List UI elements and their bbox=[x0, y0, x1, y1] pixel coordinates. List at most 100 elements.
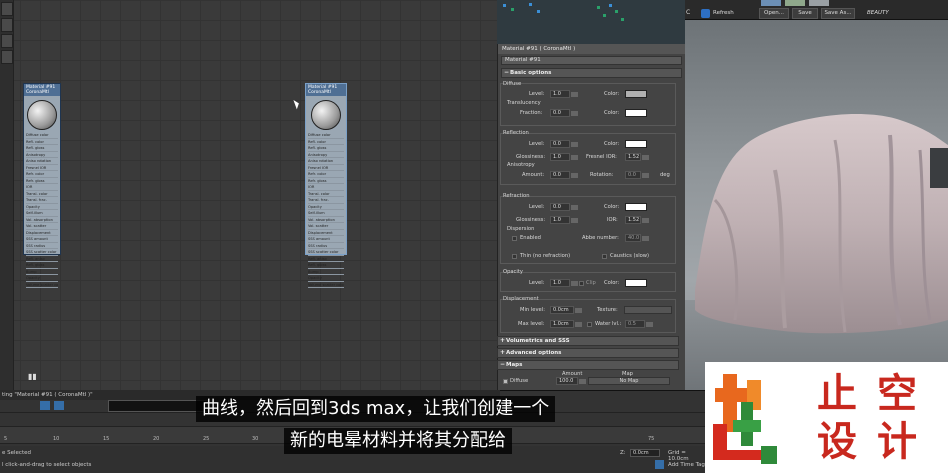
anisotropy-amount-spinner[interactable]: 0.0 bbox=[550, 171, 578, 179]
refresh-button[interactable]: Refresh bbox=[713, 10, 734, 16]
diffuse-color-swatch[interactable] bbox=[625, 90, 647, 98]
key-icon[interactable] bbox=[40, 401, 50, 410]
translucency-color-swatch[interactable] bbox=[625, 109, 647, 117]
reflection-color-swatch[interactable] bbox=[625, 140, 647, 148]
dispersion-enabled-checkbox[interactable] bbox=[512, 236, 517, 241]
translucency-section-label: Translucency bbox=[507, 100, 541, 106]
fresnel-ior-spinner[interactable]: 1.52 bbox=[625, 153, 649, 161]
material-node-right[interactable]: Material #91 CoronaMtl Diffuse color Refl… bbox=[305, 83, 347, 288]
refresh-icon[interactable] bbox=[701, 9, 710, 18]
brand-logo: 止 空 设 计 bbox=[705, 362, 948, 473]
render-tab-swatch[interactable] bbox=[809, 0, 829, 6]
render-tab-swatch[interactable] bbox=[761, 0, 781, 6]
time-tag-icon[interactable] bbox=[655, 460, 664, 469]
water-level-checkbox[interactable] bbox=[587, 322, 592, 327]
caustics-label: Caustics (slow) bbox=[610, 253, 650, 259]
material-name-field[interactable]: Material #91 bbox=[501, 56, 682, 65]
thin-checkbox[interactable] bbox=[512, 254, 517, 259]
render-channel-label[interactable]: BEAUTY bbox=[867, 10, 889, 16]
translucency-fraction-spinner[interactable]: 0.0 bbox=[550, 109, 578, 117]
fresnel-ior-label: Fresnel IOR: bbox=[586, 154, 617, 160]
refraction-ior-spinner[interactable]: 1.52 bbox=[625, 216, 649, 224]
displacement-texture-label: Texture: bbox=[597, 307, 618, 313]
material-panel-title: Material #91 ( CoronaMtl ) bbox=[498, 44, 685, 54]
channel-c-label: C bbox=[686, 9, 691, 16]
timeline-tick: 15 bbox=[103, 436, 110, 442]
logo-char: 空 bbox=[877, 370, 917, 417]
opacity-level-label: Level: bbox=[529, 280, 545, 286]
displacement-max-spinner[interactable]: 1.0cm bbox=[550, 320, 582, 328]
abbe-number-spinner[interactable]: 40.0 bbox=[625, 234, 649, 242]
navigation-icon[interactable]: ▮▮ bbox=[28, 372, 38, 382]
reflection-level-spinner[interactable]: 0.0 bbox=[550, 140, 578, 148]
preview-dot bbox=[603, 14, 606, 17]
node-header[interactable]: Material #91 CoronaMtl bbox=[306, 84, 346, 96]
save-button[interactable]: Save bbox=[792, 8, 818, 19]
anisotropy-rotation-spinner[interactable]: 0.0 bbox=[625, 171, 649, 179]
strip-button[interactable] bbox=[1, 2, 13, 16]
refraction-level-spinner[interactable]: 0.0 bbox=[550, 203, 578, 211]
rollout-plus-icon: + bbox=[500, 337, 506, 344]
material-node-left[interactable]: Material #91 CoronaMtl Diffuse color Refl… bbox=[23, 83, 61, 288]
maps-diffuse-checkbox[interactable] bbox=[503, 379, 508, 384]
refraction-gloss-label: Glossiness: bbox=[516, 217, 546, 223]
reflection-level-label: Level: bbox=[529, 141, 545, 147]
strip-button[interactable] bbox=[1, 18, 13, 32]
node-input-slot[interactable]: Volume scatter color bbox=[308, 282, 344, 288]
rollout-volumetrics[interactable]: + Volumetrics and SSS bbox=[497, 336, 679, 346]
strip-button[interactable] bbox=[1, 34, 13, 48]
time-slider-thumb[interactable] bbox=[108, 400, 208, 412]
material-preview-strip bbox=[497, 0, 685, 44]
timeline-tick: 30 bbox=[252, 436, 259, 442]
anisotropy-section-label: Anisotropy bbox=[507, 162, 535, 168]
displacement-min-spinner[interactable]: 0.0cm bbox=[550, 306, 582, 314]
save-as-button[interactable]: Save As... bbox=[821, 8, 855, 19]
preview-dot bbox=[537, 10, 540, 13]
dispersion-section-label: Dispersion bbox=[507, 226, 535, 232]
anisotropy-rotation-label: Rotation: bbox=[590, 172, 614, 178]
timeline-tick: 20 bbox=[153, 436, 160, 442]
reflection-gloss-label: Glossiness: bbox=[516, 154, 546, 160]
thin-label: Thin (no refraction) bbox=[520, 253, 571, 259]
opacity-clip-checkbox[interactable] bbox=[579, 281, 584, 286]
caustics-checkbox[interactable] bbox=[602, 254, 607, 259]
key-icon[interactable] bbox=[54, 401, 64, 410]
opacity-clip-label: Clip bbox=[586, 280, 596, 286]
slate-node-editor[interactable]: Material #91 CoronaMtl Diffuse color Refl… bbox=[0, 0, 497, 390]
refraction-gloss-spinner[interactable]: 1.0 bbox=[550, 216, 578, 224]
preview-dot bbox=[529, 3, 532, 6]
strip-button[interactable] bbox=[1, 50, 13, 64]
displacement-min-label: Min level: bbox=[520, 307, 545, 313]
opacity-color-swatch[interactable] bbox=[625, 279, 647, 287]
displacement-section-label: Displacement bbox=[503, 296, 539, 302]
opacity-section-label: Opacity bbox=[503, 269, 523, 275]
logo-char: 止 bbox=[817, 370, 857, 417]
render-toolbar: C Refresh Open... Save Save As... BEAUTY bbox=[685, 0, 948, 20]
rollout-maps[interactable]: − Maps bbox=[497, 360, 679, 370]
rollout-advanced-options[interactable]: + Advanced options bbox=[497, 348, 679, 358]
maps-diffuse-amount[interactable]: 100.0 bbox=[556, 377, 586, 385]
rollout-label: Maps bbox=[506, 362, 523, 368]
preview-dot bbox=[511, 8, 514, 11]
maps-diffuse-label: Diffuse bbox=[510, 378, 529, 384]
anisotropy-unit-label: deg bbox=[660, 172, 670, 178]
add-time-tag-button[interactable]: Add Time Tag bbox=[668, 462, 705, 468]
water-level-spinner[interactable]: 0.5 bbox=[625, 320, 653, 328]
node-input-slot[interactable]: Volume scatter color bbox=[26, 282, 58, 288]
refraction-color-swatch[interactable] bbox=[625, 203, 647, 211]
diffuse-level-label: Level: bbox=[529, 91, 545, 97]
preview-dot bbox=[609, 4, 612, 7]
z-coord-field[interactable]: 0.0cm bbox=[630, 449, 660, 457]
diffuse-level-spinner[interactable]: 1.0 bbox=[550, 90, 578, 98]
node-header[interactable]: Material #91 CoronaMtl bbox=[24, 84, 60, 96]
rollout-label: Advanced options bbox=[506, 350, 562, 356]
reflection-gloss-spinner[interactable]: 1.0 bbox=[550, 153, 578, 161]
rollout-basic-options[interactable]: − Basic options bbox=[501, 68, 682, 78]
open-button[interactable]: Open... bbox=[759, 8, 789, 19]
maps-diffuse-map-slot[interactable]: No Map bbox=[588, 377, 670, 385]
translucency-fraction-label: Fraction: bbox=[520, 110, 543, 116]
render-tab-swatch[interactable] bbox=[785, 0, 805, 6]
displacement-max-label: Max level: bbox=[518, 321, 545, 327]
displacement-texture-slot[interactable] bbox=[624, 306, 672, 314]
opacity-level-spinner[interactable]: 1.0 bbox=[550, 279, 578, 287]
